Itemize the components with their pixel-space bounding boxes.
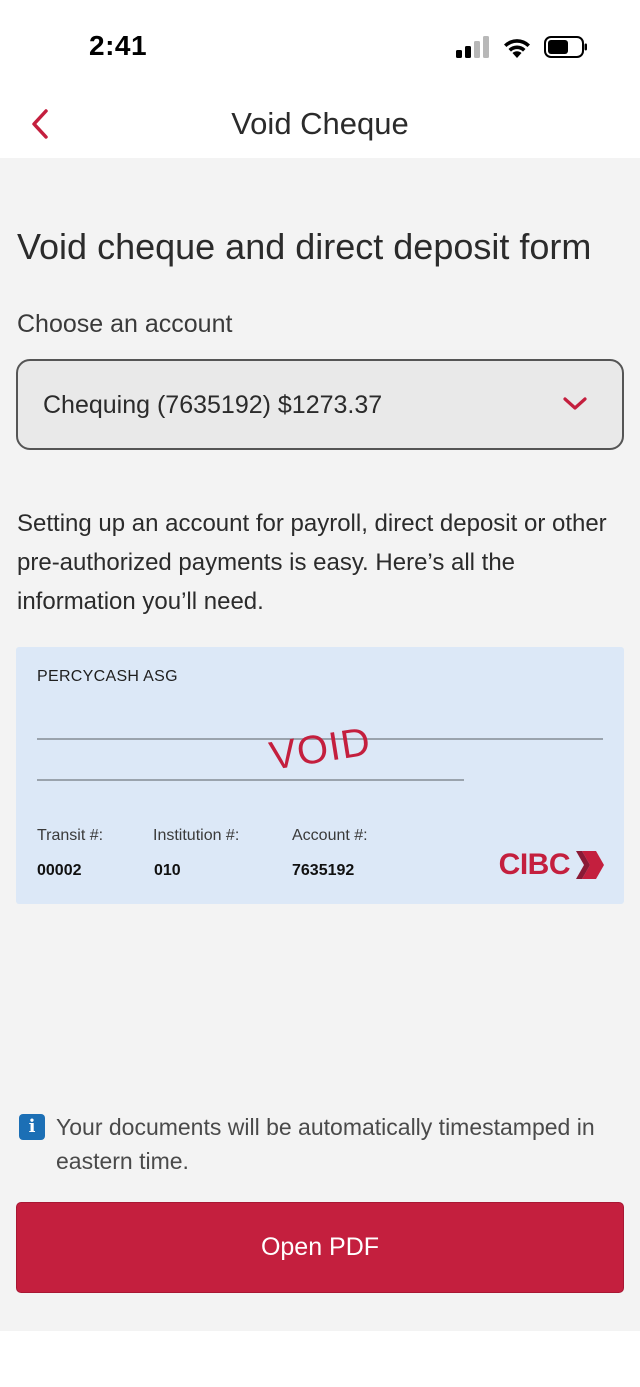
transit-label: Transit #:	[37, 827, 104, 844]
status-bar: 2:41	[0, 0, 640, 92]
cibc-logo: CIBC	[498, 848, 604, 881]
status-icons	[456, 36, 588, 58]
status-time: 2:41	[89, 30, 148, 61]
info-icon: i	[19, 1114, 45, 1140]
page-title: Void Cheque	[231, 106, 409, 141]
page-heading: Void cheque and direct deposit form	[17, 226, 592, 267]
wifi-icon	[504, 39, 530, 58]
cheque-line	[37, 779, 464, 781]
account-number-label: Account #:	[292, 827, 368, 844]
chevron-down-icon	[563, 397, 587, 410]
void-cheque-preview: PERCYCASH ASG VOID Transit #: 00002 Inst…	[16, 647, 624, 904]
nav-bar: Void Cheque	[0, 92, 640, 158]
bottom-safe-area	[0, 1331, 640, 1387]
open-pdf-button[interactable]: Open PDF	[16, 1202, 624, 1293]
account-holder-name: PERCYCASH ASG	[37, 668, 178, 685]
account-select-label: Choose an account	[17, 310, 233, 338]
notice-text: Your documents will be automatically tim…	[56, 1114, 595, 1174]
account-select[interactable]: Chequing (7635192) $1273.37	[16, 359, 624, 450]
info-paragraph: Setting up an account for payroll, direc…	[17, 510, 607, 615]
cellular-signal-icon	[456, 36, 489, 58]
battery-icon	[544, 36, 587, 58]
transit-value: 00002	[37, 862, 82, 879]
account-number-value: 7635192	[292, 862, 355, 879]
void-stamp: VOID	[266, 719, 374, 779]
cibc-logo-icon	[576, 851, 604, 879]
main-content: Void cheque and direct deposit form Choo…	[0, 158, 640, 1331]
institution-label: Institution #:	[153, 827, 240, 844]
institution-value: 010	[154, 862, 181, 879]
selected-account-value: Chequing (7635192) $1273.37	[43, 391, 383, 419]
cibc-logo-text: CIBC	[498, 848, 571, 881]
